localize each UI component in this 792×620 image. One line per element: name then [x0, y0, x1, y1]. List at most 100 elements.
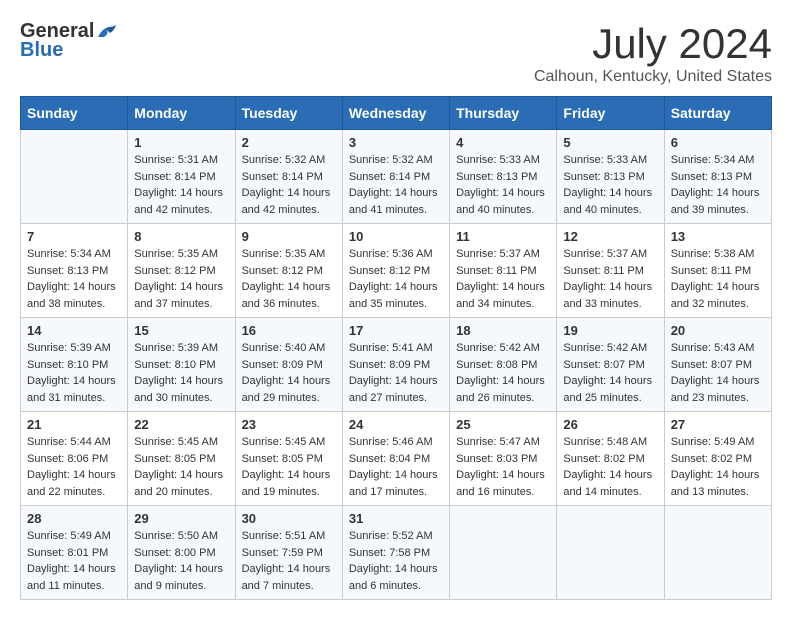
calendar-cell — [450, 506, 557, 600]
day-info: Sunrise: 5:49 AMSunset: 8:02 PMDaylight:… — [671, 434, 765, 500]
day-number: 25 — [456, 417, 550, 432]
day-number: 29 — [134, 511, 228, 526]
day-info: Sunrise: 5:36 AMSunset: 8:12 PMDaylight:… — [349, 246, 443, 312]
day-info: Sunrise: 5:50 AMSunset: 8:00 PMDaylight:… — [134, 528, 228, 594]
calendar-cell — [21, 130, 128, 224]
week-row-5: 28 Sunrise: 5:49 AMSunset: 8:01 PMDayligh… — [21, 506, 772, 600]
day-info: Sunrise: 5:33 AMSunset: 8:13 PMDaylight:… — [456, 152, 550, 218]
calendar-cell: 1 Sunrise: 5:31 AMSunset: 8:14 PMDaylight… — [128, 130, 235, 224]
calendar-cell: 25 Sunrise: 5:47 AMSunset: 8:03 PMDayligh… — [450, 412, 557, 506]
day-number: 10 — [349, 229, 443, 244]
location-title: Calhoun, Kentucky, United States — [534, 68, 772, 86]
col-header-thursday: Thursday — [450, 97, 557, 130]
day-info: Sunrise: 5:39 AMSunset: 8:10 PMDaylight:… — [134, 340, 228, 406]
day-number: 11 — [456, 229, 550, 244]
day-info: Sunrise: 5:32 AMSunset: 8:14 PMDaylight:… — [349, 152, 443, 218]
calendar-cell: 15 Sunrise: 5:39 AMSunset: 8:10 PMDayligh… — [128, 318, 235, 412]
col-header-friday: Friday — [557, 97, 664, 130]
day-number: 9 — [242, 229, 336, 244]
calendar-header-row: SundayMondayTuesdayWednesdayThursdayFrid… — [21, 97, 772, 130]
week-row-4: 21Sunrise: 5:44 AMSunset: 8:06 PMDayligh… — [21, 412, 772, 506]
day-number: 15 — [134, 323, 228, 338]
day-number: 3 — [349, 135, 443, 150]
day-info: Sunrise: 5:46 AMSunset: 8:04 PMDaylight:… — [349, 434, 443, 500]
calendar-cell: 20Sunrise: 5:43 AMSunset: 8:07 PMDayligh… — [664, 318, 771, 412]
day-number: 2 — [242, 135, 336, 150]
col-header-wednesday: Wednesday — [342, 97, 449, 130]
calendar-cell: 3 Sunrise: 5:32 AMSunset: 8:14 PMDaylight… — [342, 130, 449, 224]
day-number: 31 — [349, 511, 443, 526]
calendar-cell: 7Sunrise: 5:34 AMSunset: 8:13 PMDaylight… — [21, 224, 128, 318]
day-number: 30 — [242, 511, 336, 526]
calendar-cell — [664, 506, 771, 600]
day-number: 16 — [242, 323, 336, 338]
calendar-cell: 26 Sunrise: 5:48 AMSunset: 8:02 PMDayligh… — [557, 412, 664, 506]
col-header-saturday: Saturday — [664, 97, 771, 130]
calendar-cell: 17 Sunrise: 5:41 AMSunset: 8:09 PMDayligh… — [342, 318, 449, 412]
day-info: Sunrise: 5:31 AMSunset: 8:14 PMDaylight:… — [134, 152, 228, 218]
calendar-table: SundayMondayTuesdayWednesdayThursdayFrid… — [20, 96, 772, 600]
day-info: Sunrise: 5:45 AMSunset: 8:05 PMDaylight:… — [242, 434, 336, 500]
day-number: 26 — [563, 417, 657, 432]
day-number: 6 — [671, 135, 765, 150]
day-info: Sunrise: 5:37 AMSunset: 8:11 PMDaylight:… — [563, 246, 657, 312]
calendar-cell: 8 Sunrise: 5:35 AMSunset: 8:12 PMDaylight… — [128, 224, 235, 318]
day-info: Sunrise: 5:35 AMSunset: 8:12 PMDaylight:… — [242, 246, 336, 312]
day-info: Sunrise: 5:42 AMSunset: 8:07 PMDaylight:… — [563, 340, 657, 406]
day-info: Sunrise: 5:47 AMSunset: 8:03 PMDaylight:… — [456, 434, 550, 500]
calendar-cell: 27 Sunrise: 5:49 AMSunset: 8:02 PMDayligh… — [664, 412, 771, 506]
day-info: Sunrise: 5:35 AMSunset: 8:12 PMDaylight:… — [134, 246, 228, 312]
month-title: July 2024 — [534, 20, 772, 68]
day-info: Sunrise: 5:49 AMSunset: 8:01 PMDaylight:… — [27, 528, 121, 594]
calendar-cell: 30 Sunrise: 5:51 AMSunset: 7:59 PMDayligh… — [235, 506, 342, 600]
calendar-cell: 24Sunrise: 5:46 AMSunset: 8:04 PMDayligh… — [342, 412, 449, 506]
day-info: Sunrise: 5:41 AMSunset: 8:09 PMDaylight:… — [349, 340, 443, 406]
day-info: Sunrise: 5:34 AMSunset: 8:13 PMDaylight:… — [671, 152, 765, 218]
calendar-cell: 10 Sunrise: 5:36 AMSunset: 8:12 PMDayligh… — [342, 224, 449, 318]
day-number: 28 — [27, 511, 121, 526]
day-info: Sunrise: 5:37 AMSunset: 8:11 PMDaylight:… — [456, 246, 550, 312]
calendar-cell: 23Sunrise: 5:45 AMSunset: 8:05 PMDayligh… — [235, 412, 342, 506]
week-row-2: 7Sunrise: 5:34 AMSunset: 8:13 PMDaylight… — [21, 224, 772, 318]
day-info: Sunrise: 5:34 AMSunset: 8:13 PMDaylight:… — [27, 246, 121, 312]
day-number: 17 — [349, 323, 443, 338]
day-info: Sunrise: 5:32 AMSunset: 8:14 PMDaylight:… — [242, 152, 336, 218]
day-number: 5 — [563, 135, 657, 150]
calendar-cell: 16Sunrise: 5:40 AMSunset: 8:09 PMDayligh… — [235, 318, 342, 412]
day-number: 27 — [671, 417, 765, 432]
calendar-cell: 5Sunrise: 5:33 AMSunset: 8:13 PMDaylight… — [557, 130, 664, 224]
calendar-cell: 12Sunrise: 5:37 AMSunset: 8:11 PMDayligh… — [557, 224, 664, 318]
logo: General Blue — [20, 20, 118, 62]
day-number: 8 — [134, 229, 228, 244]
week-row-1: 1 Sunrise: 5:31 AMSunset: 8:14 PMDaylight… — [21, 130, 772, 224]
calendar-cell: 28 Sunrise: 5:49 AMSunset: 8:01 PMDayligh… — [21, 506, 128, 600]
day-info: Sunrise: 5:39 AMSunset: 8:10 PMDaylight:… — [27, 340, 121, 406]
col-header-tuesday: Tuesday — [235, 97, 342, 130]
day-number: 20 — [671, 323, 765, 338]
logo-blue: Blue — [20, 39, 63, 62]
calendar-cell: 31 Sunrise: 5:52 AMSunset: 7:58 PMDayligh… — [342, 506, 449, 600]
calendar-cell: 22Sunrise: 5:45 AMSunset: 8:05 PMDayligh… — [128, 412, 235, 506]
page-header: General Blue July 2024 Calhoun, Kentucky… — [20, 20, 772, 86]
day-info: Sunrise: 5:48 AMSunset: 8:02 PMDaylight:… — [563, 434, 657, 500]
calendar-cell: 9 Sunrise: 5:35 AMSunset: 8:12 PMDaylight… — [235, 224, 342, 318]
day-info: Sunrise: 5:44 AMSunset: 8:06 PMDaylight:… — [27, 434, 121, 500]
logo-bird-icon — [96, 23, 118, 41]
day-info: Sunrise: 5:38 AMSunset: 8:11 PMDaylight:… — [671, 246, 765, 312]
day-number: 19 — [563, 323, 657, 338]
day-info: Sunrise: 5:42 AMSunset: 8:08 PMDaylight:… — [456, 340, 550, 406]
calendar-cell: 19 Sunrise: 5:42 AMSunset: 8:07 PMDayligh… — [557, 318, 664, 412]
calendar-cell: 21Sunrise: 5:44 AMSunset: 8:06 PMDayligh… — [21, 412, 128, 506]
day-number: 18 — [456, 323, 550, 338]
calendar-cell: 14Sunrise: 5:39 AMSunset: 8:10 PMDayligh… — [21, 318, 128, 412]
title-block: July 2024 Calhoun, Kentucky, United Stat… — [534, 20, 772, 86]
day-info: Sunrise: 5:52 AMSunset: 7:58 PMDaylight:… — [349, 528, 443, 594]
calendar-cell: 6 Sunrise: 5:34 AMSunset: 8:13 PMDaylight… — [664, 130, 771, 224]
calendar-cell: 11 Sunrise: 5:37 AMSunset: 8:11 PMDayligh… — [450, 224, 557, 318]
day-number: 1 — [134, 135, 228, 150]
day-info: Sunrise: 5:51 AMSunset: 7:59 PMDaylight:… — [242, 528, 336, 594]
day-number: 22 — [134, 417, 228, 432]
calendar-cell: 4Sunrise: 5:33 AMSunset: 8:13 PMDaylight… — [450, 130, 557, 224]
calendar-cell — [557, 506, 664, 600]
calendar-cell: 13Sunrise: 5:38 AMSunset: 8:11 PMDayligh… — [664, 224, 771, 318]
